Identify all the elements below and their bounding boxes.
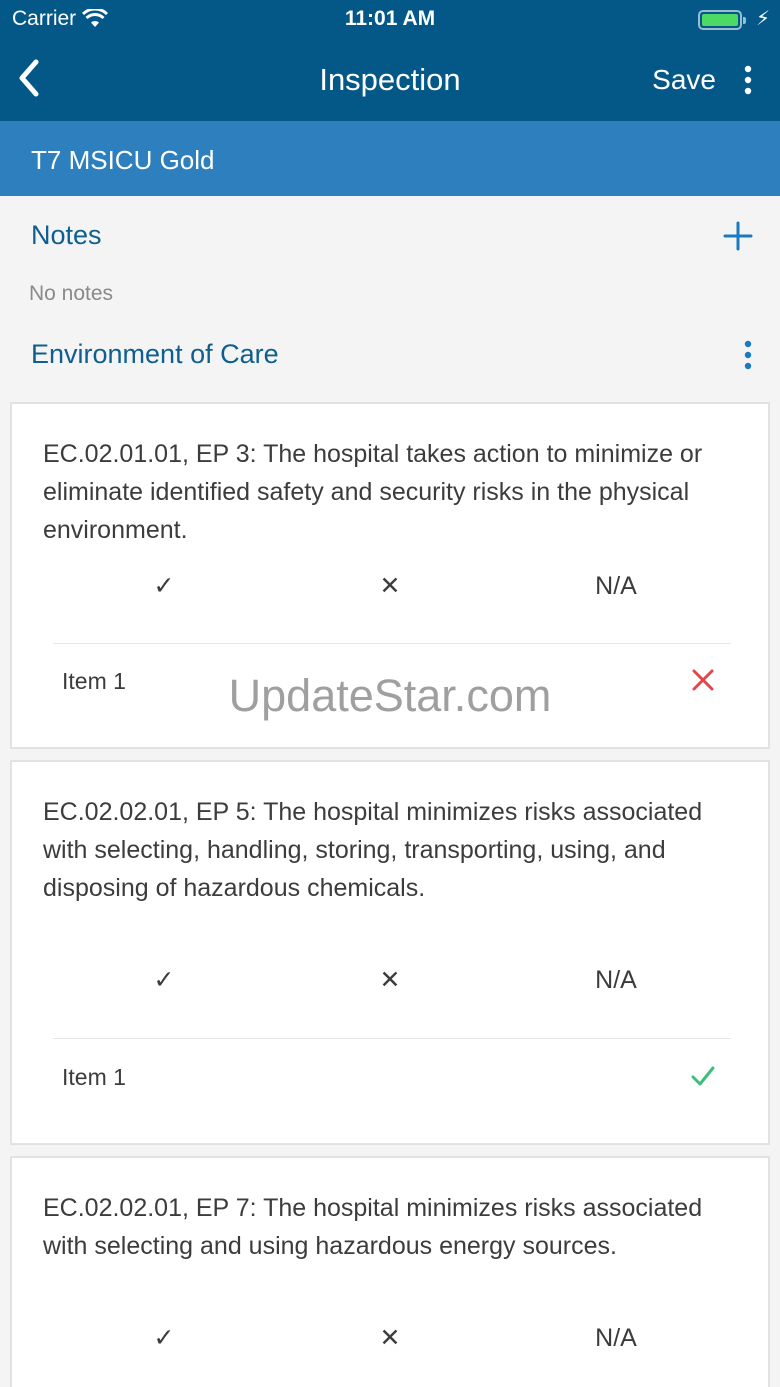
navigation-bar: Inspection Save (0, 44, 780, 116)
pass-option-button[interactable]: ✓ (134, 960, 194, 1000)
na-option-button[interactable]: N/A (586, 566, 646, 606)
notes-title: Notes (31, 220, 102, 250)
question-card: EC.02.02.01, EP 7: The hospital minimize… (10, 1156, 770, 1387)
battery-icon (698, 10, 746, 30)
top-bar: Carrier 11:01 AM ⚡ Inspection Save (0, 0, 780, 121)
na-option-button[interactable]: N/A (586, 1318, 646, 1358)
status-bar: Carrier 11:01 AM ⚡ (0, 0, 780, 40)
section-title: Environment of Care (31, 339, 279, 369)
question-text: EC.02.02.01, EP 7: The hospital minimize… (43, 1194, 703, 1260)
status-time: 11:01 AM (344, 7, 436, 30)
item-label: Item 1 (62, 1064, 126, 1090)
fail-option-button[interactable]: ✕ (360, 960, 420, 1000)
more-vertical-icon[interactable] (738, 64, 758, 96)
divider (53, 643, 731, 644)
na-option-button[interactable]: N/A (586, 960, 646, 1000)
question-card: EC.02.02.01, EP 5: The hospital minimize… (10, 760, 770, 1145)
question-text: EC.02.01.01, EP 3: The hospital takes ac… (43, 440, 703, 544)
item-label: Item 1 (62, 668, 126, 694)
divider (53, 1038, 731, 1039)
fail-option-button[interactable]: ✕ (360, 1318, 420, 1358)
pass-option-button[interactable]: ✓ (134, 566, 194, 606)
location-header: T7 MSICU Gold (0, 121, 780, 196)
question-card: EC.02.01.01, EP 3: The hospital takes ac… (10, 402, 770, 749)
plus-icon[interactable] (723, 221, 753, 251)
fail-option-button[interactable]: ✕ (360, 566, 420, 606)
notes-empty-text: No notes (29, 282, 114, 305)
pass-check-icon (691, 1066, 715, 1086)
charging-icon: ⚡ (755, 8, 770, 30)
fail-x-icon (692, 669, 714, 691)
save-button[interactable]: Save (652, 64, 716, 96)
pass-option-button[interactable]: ✓ (134, 1318, 194, 1358)
more-vertical-icon[interactable] (738, 339, 758, 371)
question-text: EC.02.02.01, EP 5: The hospital minimize… (43, 798, 703, 902)
